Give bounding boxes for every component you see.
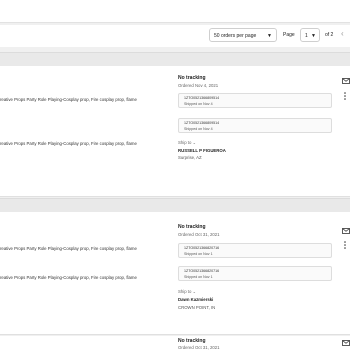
recipient-name: Dawn Kazmierski [178,297,214,302]
ship-to-toggle[interactable]: Ship to ⌄ [178,289,196,294]
current-page: 1 [305,33,308,39]
tracking-status: No tracking [178,75,206,81]
shipment-tracking-box[interactable]: 1ZTO0521366809514 Shipped on Nov 4 [178,93,332,108]
order-card: reative Props Party Role Playing-Cosplay… [0,212,350,335]
ordered-date: Ordered Nov 4, 2021 [178,83,219,88]
ship-to-toggle[interactable]: Ship to ⌄ [178,140,196,145]
ship-to-label: Ship to [178,140,192,145]
page-select[interactable]: 1 ▼ [300,28,320,42]
mail-icon[interactable] [342,78,350,84]
order-card: No tracking Ordered Oct 31, 2021 [0,336,350,350]
orders-per-page-label: 50 orders per page [214,33,257,39]
tracking-number: 1ZTO0521366820716 [184,269,220,273]
caret-down-icon: ▼ [311,33,316,39]
shipped-date: Shipped on Nov 1 [184,275,213,279]
previous-page-icon[interactable]: ‹ [341,27,344,41]
more-options-icon[interactable] [343,241,347,249]
shipment-tracking-box[interactable]: 1ZTO0521366820716 Shipped on Nov 1 [178,266,332,281]
top-bar [0,0,350,23]
shipment-tracking-box[interactable]: 1ZTO0521366820716 Shipped on Nov 1 [178,243,332,258]
mail-icon[interactable] [342,228,350,234]
tracking-number: 1ZTO0521366820716 [184,246,220,250]
shipped-date: Shipped on Nov 4 [184,102,213,106]
tracking-status: No tracking [178,338,206,344]
page-count: of 2 [325,32,334,38]
recipient-city: CROWN POINT, IN [178,305,216,310]
item-description[interactable]: reative Props Party Role Playing-Cosplay… [0,141,137,146]
ship-to-label: Ship to [178,289,192,294]
recipient-city: Surprise, AZ [178,155,202,160]
mail-icon[interactable] [342,340,350,346]
caret-down-icon: ▼ [267,33,272,39]
shipped-date: Shipped on Nov 1 [184,252,213,256]
recipient-name: RUSSELL P FIGUEROA [178,148,226,153]
tracking-status: No tracking [178,224,206,230]
item-description[interactable]: reative Props Party Role Playing-Cosplay… [0,246,137,251]
shipped-date: Shipped on Nov 4 [184,127,213,131]
chevron-down-icon: ⌄ [192,140,196,145]
tracking-number: 1ZTO0521366809514 [184,96,220,100]
item-description[interactable]: reative Props Party Role Playing-Cosplay… [0,97,137,102]
chevron-down-icon: ⌄ [192,289,196,294]
shipment-tracking-box[interactable]: 1ZTO0521366809514 Shipped on Nov 4 [178,118,332,133]
order-group-header [0,52,350,67]
pagination-bar: 50 orders per page ▼ Page 1 ▼ of 2 ‹ [0,25,350,47]
more-options-icon[interactable] [343,92,347,100]
tracking-number: 1ZTO0521366809514 [184,121,220,125]
ordered-date: Ordered Oct 31, 2021 [178,345,220,350]
order-group-header [0,198,350,213]
ordered-date: Ordered Oct 31, 2021 [178,232,220,237]
item-description[interactable]: reative Props Party Role Playing-Cosplay… [0,275,137,280]
order-card: reative Props Party Role Playing-Cosplay… [0,66,350,197]
orders-per-page-select[interactable]: 50 orders per page ▼ [209,28,277,42]
page-label: Page [283,32,295,38]
